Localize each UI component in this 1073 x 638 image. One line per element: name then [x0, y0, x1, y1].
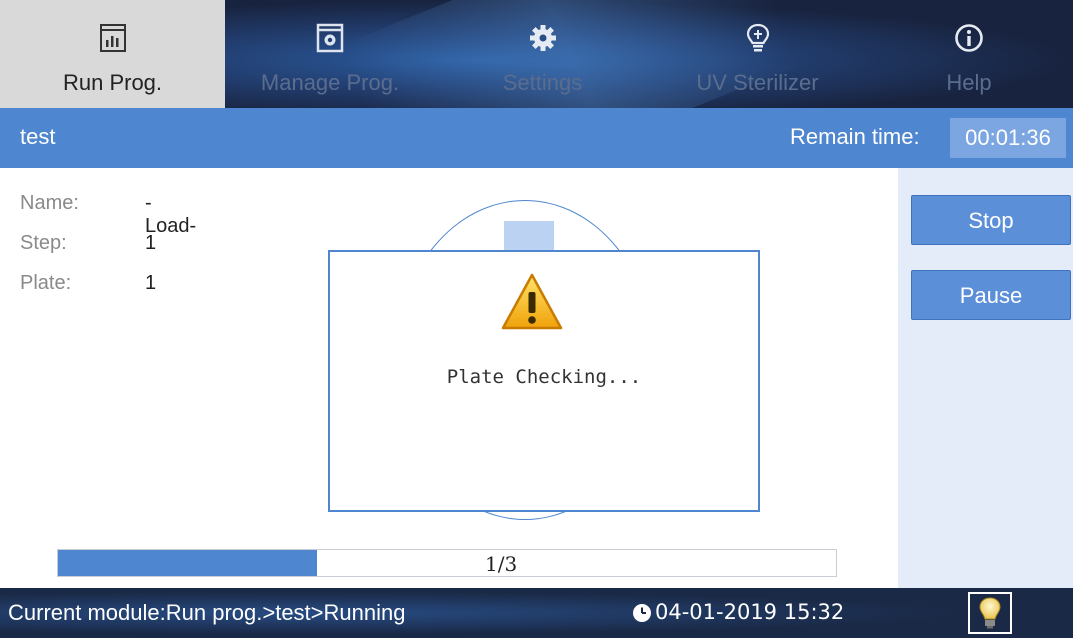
step-value: 1 — [145, 232, 157, 254]
clock-icon — [633, 604, 651, 622]
plate-checking-dialog: Plate Checking... — [328, 250, 760, 512]
gear-box-icon — [316, 23, 344, 53]
tab-settings-label: Settings — [502, 70, 583, 95]
tab-run-prog[interactable]: Run Prog. — [0, 0, 225, 108]
program-title: test — [20, 124, 56, 149]
name-label: Name: — [20, 192, 79, 214]
tab-help[interactable]: Help — [865, 0, 1073, 108]
info-icon — [955, 24, 983, 52]
program-header: test Remain time: 00:01:36 — [0, 108, 1073, 168]
plate-label: Plate: — [20, 272, 72, 294]
tab-settings[interactable]: Settings — [435, 0, 650, 108]
lightbulb-button[interactable] — [968, 592, 1012, 634]
plate-progress-bar: 1/3 — [57, 549, 837, 577]
pause-button[interactable]: Pause — [911, 270, 1071, 320]
remain-time-label: Remain time: — [790, 124, 920, 149]
progress-fill — [58, 550, 318, 576]
tab-uv-sterilizer-label: UV Sterilizer — [696, 70, 819, 95]
status-bar: Current module:Run prog.>test>Running 04… — [0, 588, 1073, 638]
remain-time-value: 00:01:36 — [950, 118, 1066, 158]
dialog-message: Plate Checking... — [446, 366, 642, 388]
gear-icon — [529, 25, 556, 51]
plate-position-marker — [504, 221, 554, 251]
tab-manage-prog-label: Manage Prog. — [260, 70, 400, 95]
bulb-shield-icon — [746, 23, 769, 52]
tab-help-label: Help — [946, 70, 992, 95]
top-nav: Run Prog. Manage Prog. Settings UV Steri… — [0, 0, 1073, 108]
chart-icon — [99, 24, 126, 52]
tab-run-prog-label: Run Prog. — [62, 70, 163, 95]
plate-value: 1 — [145, 272, 157, 294]
datetime-text: 04-01-2019 15:32 — [655, 600, 845, 624]
stop-button[interactable]: Stop — [911, 195, 1071, 245]
step-label: Step: — [20, 232, 67, 254]
progress-text: 1/3 — [485, 552, 518, 576]
action-panel: Stop Pause — [898, 168, 1073, 588]
current-module-text: Current module:Run prog.>test>Running — [8, 600, 406, 625]
tab-uv-sterilizer[interactable]: UV Sterilizer — [650, 0, 865, 108]
tab-manage-prog[interactable]: Manage Prog. — [225, 0, 435, 108]
lightbulb-icon — [979, 597, 1001, 629]
warning-icon — [501, 273, 563, 330]
